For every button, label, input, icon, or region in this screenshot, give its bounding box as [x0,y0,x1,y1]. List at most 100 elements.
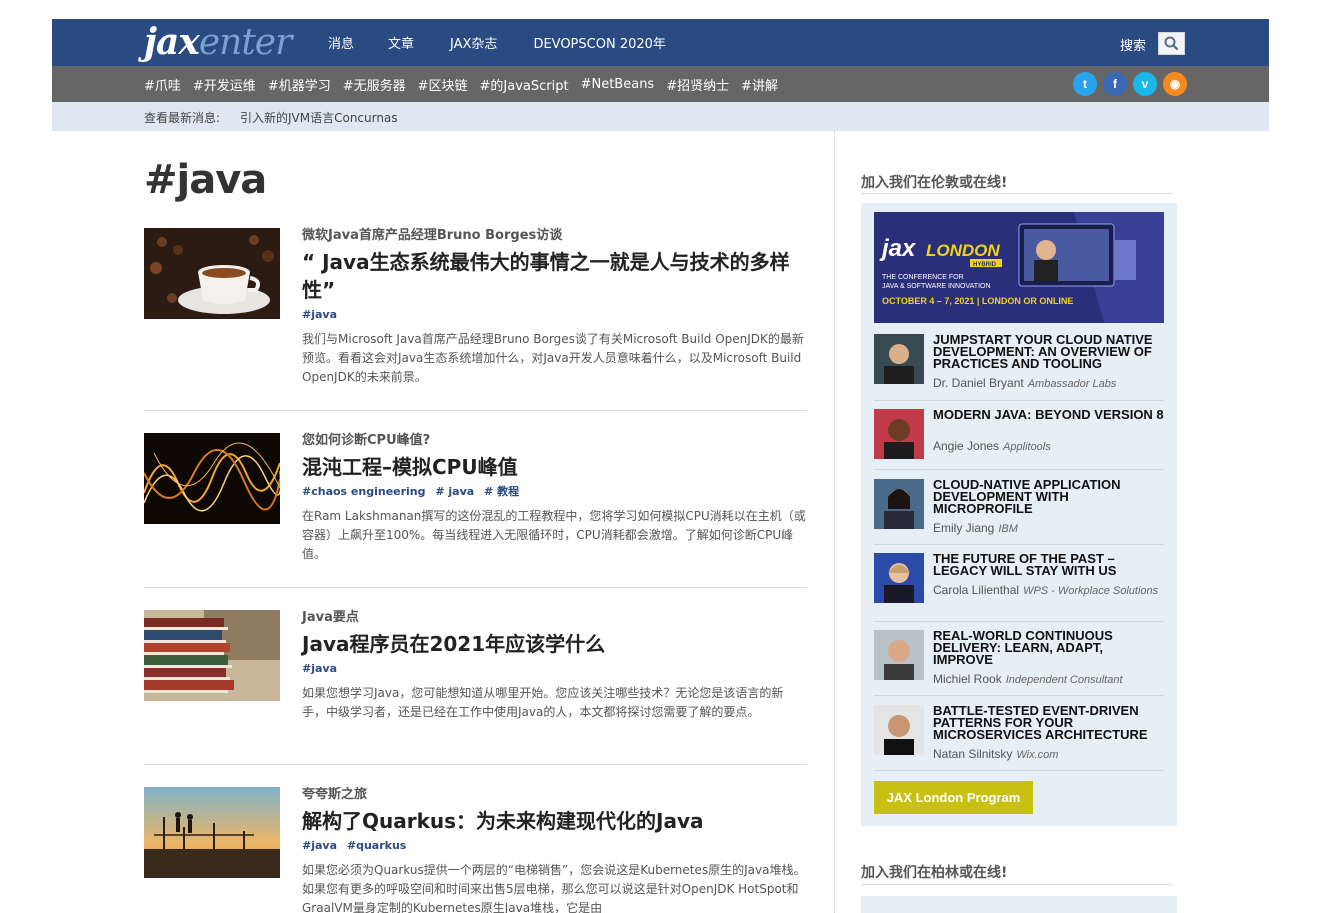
topic-tag[interactable]: #讲解 [741,75,778,94]
talk-divider [874,469,1164,470]
speaker-avatar [874,630,924,680]
nav-articles[interactable]: 文章 [388,33,414,52]
article-headline[interactable]: “ Java生态系统最伟大的事情之一就是人与技术的多样性” [302,248,807,304]
speaker-photo [874,553,924,603]
svg-text:jax: jax [879,235,917,262]
sidebar-heading-london: 加入我们在伦敦或在线! [861,175,1008,191]
topic-tag[interactable]: #的JavaScript [480,75,569,94]
talk-item[interactable]: CLOUD-NATIVE APPLICATION DEVELOPMENT WIT… [874,478,1165,541]
talk-divider [874,770,1164,771]
topic-tag[interactable]: #区块链 [418,75,468,94]
nav-devopscon[interactable]: DEVOPSCON 2020年 [533,33,665,52]
topic-tags: #爪哇 #开发运维 #机器学习 #无服务器 #区块链 #的JavaScript … [144,66,790,102]
topic-tag[interactable]: #机器学习 [268,75,331,94]
article-tag[interactable]: # 教程 [484,485,519,498]
article-thumbnail-books[interactable] [144,610,280,701]
talk-item[interactable]: THE FUTURE OF THE PAST – LEGACY WILL STA… [874,552,1165,615]
search-label: 搜索 [1120,39,1147,54]
topic-tag[interactable]: #NetBeans [581,77,655,92]
svg-text:LONDON: LONDON [926,241,1000,260]
talk-speaker: Emily Jiang IBM [933,521,1018,535]
construction-sunset-image [144,787,280,878]
speaker-photo [874,409,924,459]
article-tags: #java [302,662,807,676]
article-body: 微软Java首席产品经理Bruno Borges访谈 “ Java生态系统最伟大… [302,228,807,387]
talk-title[interactable]: MODERN JAVA: BEYOND VERSION 8 [933,408,1165,421]
nav-jax-magazine[interactable]: JAX杂志 [450,33,497,52]
search-button[interactable] [1158,32,1185,55]
topic-tag[interactable]: #无服务器 [343,75,406,94]
talk-divider [874,544,1164,545]
article-headline[interactable]: 解构了Quarkus：为未来构建现代化的Java [302,807,807,835]
vimeo-icon[interactable]: v [1133,72,1157,96]
speaker-avatar [874,409,924,459]
ticker-headline-link[interactable]: 引入新的JVM语言Concurnas [240,109,398,126]
talk-title[interactable]: REAL-WORLD CONTINUOUS DELIVERY: LEARN, A… [933,629,1165,666]
article-tag[interactable]: #java [302,308,337,321]
article-divider [144,764,807,765]
svg-text:JAVA & SOFTWARE INNOVATION: JAVA & SOFTWARE INNOVATION [882,283,991,290]
svg-text:HYBRID: HYBRID [973,262,997,268]
speaker-photo [874,630,924,680]
article-body: 夸夸斯之旅 解构了Quarkus：为未来构建现代化的Java #java #qu… [302,787,807,913]
talk-title[interactable]: THE FUTURE OF THE PAST – LEGACY WILL STA… [933,552,1165,577]
sidebar-heading-berlin: 加入我们在柏林或在线! [861,865,1008,881]
rss-icon[interactable]: ◉ [1163,72,1187,96]
article-body: Java要点 Java程序员在2021年应该学什么 #java 如果您想学习Ja… [302,610,807,722]
page-title: #java [144,157,267,203]
talk-item[interactable]: REAL-WORLD CONTINUOUS DELIVERY: LEARN, A… [874,629,1165,692]
talk-title[interactable]: BATTLE-TESTED EVENT-DRIVEN PATTERNS FOR … [933,704,1165,741]
svg-text:THE CONFERENCE FOR: THE CONFERENCE FOR [882,274,964,281]
article-kicker: 夸夸斯之旅 [302,787,368,802]
article-excerpt: 我们与Microsoft Java首席产品经理Bruno Borges谈了有关M… [302,332,804,384]
article-excerpt: 如果您必须为Quarkus提供一个两层的“电梯销售”，您会说这是Kubernet… [302,863,806,913]
topic-tag[interactable]: #开发运维 [193,75,256,94]
article-tag[interactable]: #java [302,839,337,852]
talk-title[interactable]: JUMPSTART YOUR CLOUD NATIVE DEVELOPMENT:… [933,333,1165,370]
talk-speaker: Angie Jones Applitools [933,439,1051,453]
talk-speaker: Dr. Daniel Bryant Ambassador Labs [933,376,1117,390]
article-excerpt: 在Ram Lakshmanan撰写的这份混乱的工程教程中，您将学习如何模拟CPU… [302,509,806,561]
light-waves-image [144,433,280,524]
nav-news[interactable]: 消息 [328,33,354,52]
books-stack-image [144,610,280,701]
speaker-avatar [874,479,924,529]
article-excerpt: 如果您想学习Java，您可能想知道从哪里开始。您应该关注哪些技术？无论您是该语言… [302,686,784,719]
article-tag[interactable]: # java [435,485,474,498]
talk-item[interactable]: BATTLE-TESTED EVENT-DRIVEN PATTERNS FOR … [874,704,1165,767]
talk-speaker: Natan Silnitsky Wix.com [933,747,1059,761]
social-links: t f v ◉ [1073,72,1193,96]
speaker-avatar [874,553,924,603]
article-headline[interactable]: Java程序员在2021年应该学什么 [302,630,807,658]
search-icon [1164,36,1179,51]
jax-london-banner[interactable]: jax LONDON HYBRID THE CONFERENCE FOR JAV… [874,212,1164,323]
sidebar-heading-rule [861,884,1173,885]
jaxenter-logo[interactable]: jax enter [144,21,292,63]
topic-tag[interactable]: #招贤纳士 [666,75,729,94]
article-item: 夸夸斯之旅 解构了Quarkus：为未来构建现代化的Java #java #qu… [144,787,807,913]
article-tag[interactable]: #quarkus [347,839,406,852]
facebook-icon[interactable]: f [1103,72,1127,96]
jax-london-promo: jax LONDON HYBRID THE CONFERENCE FOR JAV… [861,203,1177,826]
article-thumbnail-waves[interactable] [144,433,280,524]
twitter-icon[interactable]: t [1073,72,1097,96]
jax-london-program-button[interactable]: JAX London Program [874,781,1033,814]
topic-tag-bar: #爪哇 #开发运维 #机器学习 #无服务器 #区块链 #的JavaScript … [52,66,1269,102]
topic-tag[interactable]: #爪哇 [144,75,181,94]
article-tag[interactable]: #java [302,662,337,675]
article-kicker: 您如何诊断CPU峰值? [302,433,431,448]
speaker-photo [874,334,924,384]
talk-item[interactable]: JUMPSTART YOUR CLOUD NATIVE DEVELOPMENT:… [874,333,1165,396]
article-headline[interactable]: 混沌工程–模拟CPU峰值 [302,453,807,481]
speaker-avatar [874,705,924,755]
talk-title[interactable]: CLOUD-NATIVE APPLICATION DEVELOPMENT WIT… [933,478,1165,515]
speaker-avatar [874,334,924,384]
talk-item[interactable]: MODERN JAVA: BEYOND VERSION 8 Angie Jone… [874,408,1165,465]
talk-divider [874,695,1164,696]
article-tag[interactable]: #chaos engineering [302,485,426,498]
talk-divider [874,400,1164,401]
article-item: 微软Java首席产品经理Bruno Borges访谈 “ Java生态系统最伟大… [144,228,807,398]
article-thumbnail-coffee[interactable] [144,228,280,319]
article-divider [144,410,807,411]
article-thumbnail-construction[interactable] [144,787,280,878]
